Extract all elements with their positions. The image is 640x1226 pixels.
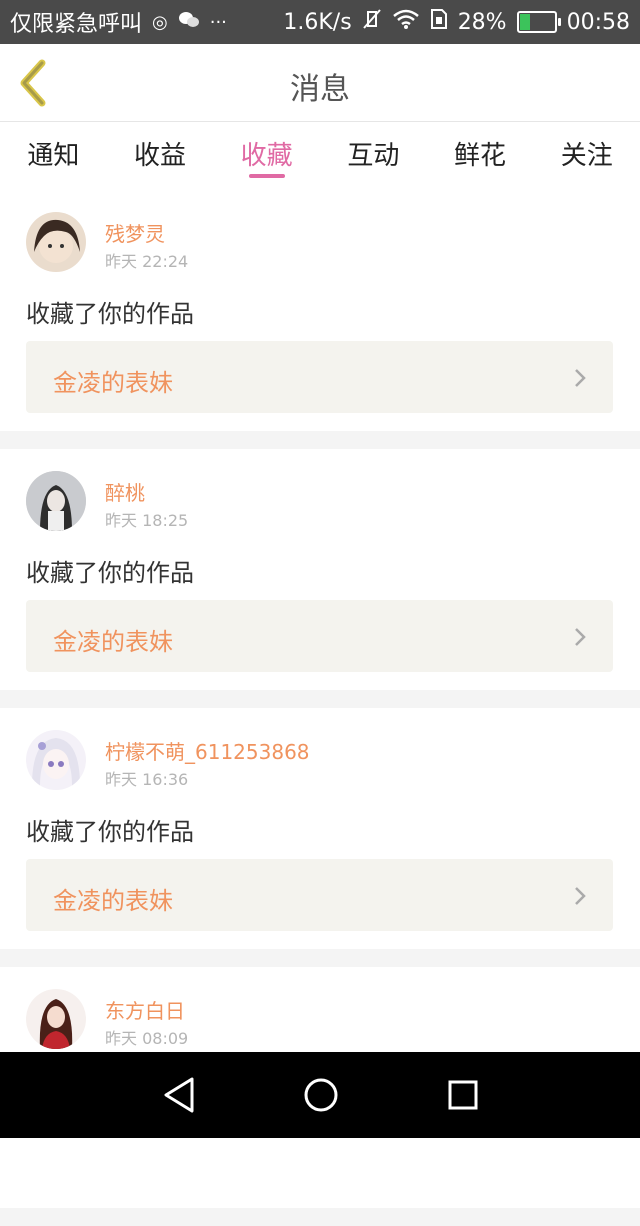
- tab-flowers[interactable]: 鲜花: [427, 122, 534, 190]
- clock: 00:58: [566, 9, 630, 35]
- tab-label: 收藏: [240, 141, 293, 171]
- message-text: 收藏了你的作品: [26, 559, 194, 587]
- message-text: 收藏了你的作品: [26, 818, 194, 846]
- avatar[interactable]: [26, 471, 86, 531]
- timestamp: 昨天 08:09: [105, 1029, 189, 1048]
- top-bar: 消息: [0, 44, 640, 122]
- avatar[interactable]: [26, 730, 86, 790]
- wechat-icon: [178, 11, 200, 34]
- timestamp: 昨天 18:25: [105, 511, 189, 530]
- timestamp: 昨天 22:24: [105, 252, 189, 271]
- username[interactable]: 醉桃: [105, 477, 145, 506]
- tab-label: 通知: [27, 141, 80, 171]
- chevron-right-icon: [575, 887, 586, 905]
- tab-label: 互动: [347, 141, 400, 171]
- nav-back-icon[interactable]: [162, 1076, 196, 1114]
- message-text: 收藏了你的作品: [26, 300, 194, 328]
- message-card: 残梦灵 昨天 22:24 收藏了你的作品 金凌的表妹: [0, 190, 640, 431]
- sim-icon: [430, 8, 448, 36]
- more-notifications-icon: ···: [209, 11, 227, 33]
- avatar[interactable]: [26, 989, 86, 1049]
- tab-bar: 通知 收益 收藏 互动 鲜花 关注: [0, 122, 640, 190]
- avatar[interactable]: [26, 212, 86, 272]
- username[interactable]: 东方白日: [105, 995, 185, 1024]
- timestamp: 昨天 16:36: [105, 770, 189, 789]
- nav-home-icon[interactable]: [302, 1076, 340, 1114]
- tab-interactions[interactable]: 互动: [320, 122, 427, 190]
- work-link[interactable]: 金凌的表妹: [26, 859, 613, 931]
- mute-icon: [362, 8, 382, 36]
- message-card: 醉桃 昨天 18:25 收藏了你的作品 金凌的表妹: [0, 449, 640, 690]
- work-link[interactable]: 金凌的表妹: [26, 341, 613, 413]
- tab-favorites[interactable]: 收藏: [213, 122, 320, 190]
- status-bar: 仅限紧急呼叫 ◎ ··· 1.6K/s 28% 00:58: [0, 0, 640, 44]
- battery-percent: 28%: [457, 9, 507, 35]
- chevron-right-icon: [575, 628, 586, 646]
- work-title: 金凌的表妹: [53, 887, 173, 915]
- work-link[interactable]: 金凌的表妹: [26, 600, 613, 672]
- page-title: 消息: [290, 72, 350, 107]
- chevron-right-icon: [575, 369, 586, 387]
- active-tab-indicator: [248, 174, 285, 178]
- work-title: 金凌的表妹: [53, 369, 173, 397]
- carrier-text: 仅限紧急呼叫: [10, 12, 143, 37]
- tab-label: 收益: [134, 141, 187, 171]
- battery-charging-icon: [516, 11, 561, 33]
- nfc-icon: ◎: [152, 11, 168, 33]
- network-speed: 1.6K/s: [283, 9, 352, 35]
- tab-following[interactable]: 关注: [533, 122, 640, 190]
- username[interactable]: 柠檬不萌_611253868: [105, 736, 310, 765]
- system-nav-bar: [0, 1052, 640, 1138]
- message-card: 柠檬不萌_611253868 昨天 16:36 收藏了你的作品 金凌的表妹: [0, 708, 640, 949]
- nav-recents-icon[interactable]: [446, 1076, 480, 1114]
- tab-label: 关注: [560, 141, 613, 171]
- work-title: 金凌的表妹: [53, 628, 173, 656]
- tab-earnings[interactable]: 收益: [107, 122, 214, 190]
- tab-notifications[interactable]: 通知: [0, 122, 107, 190]
- wifi-icon: [392, 9, 420, 35]
- username[interactable]: 残梦灵: [105, 218, 165, 247]
- tab-label: 鲜花: [454, 141, 507, 171]
